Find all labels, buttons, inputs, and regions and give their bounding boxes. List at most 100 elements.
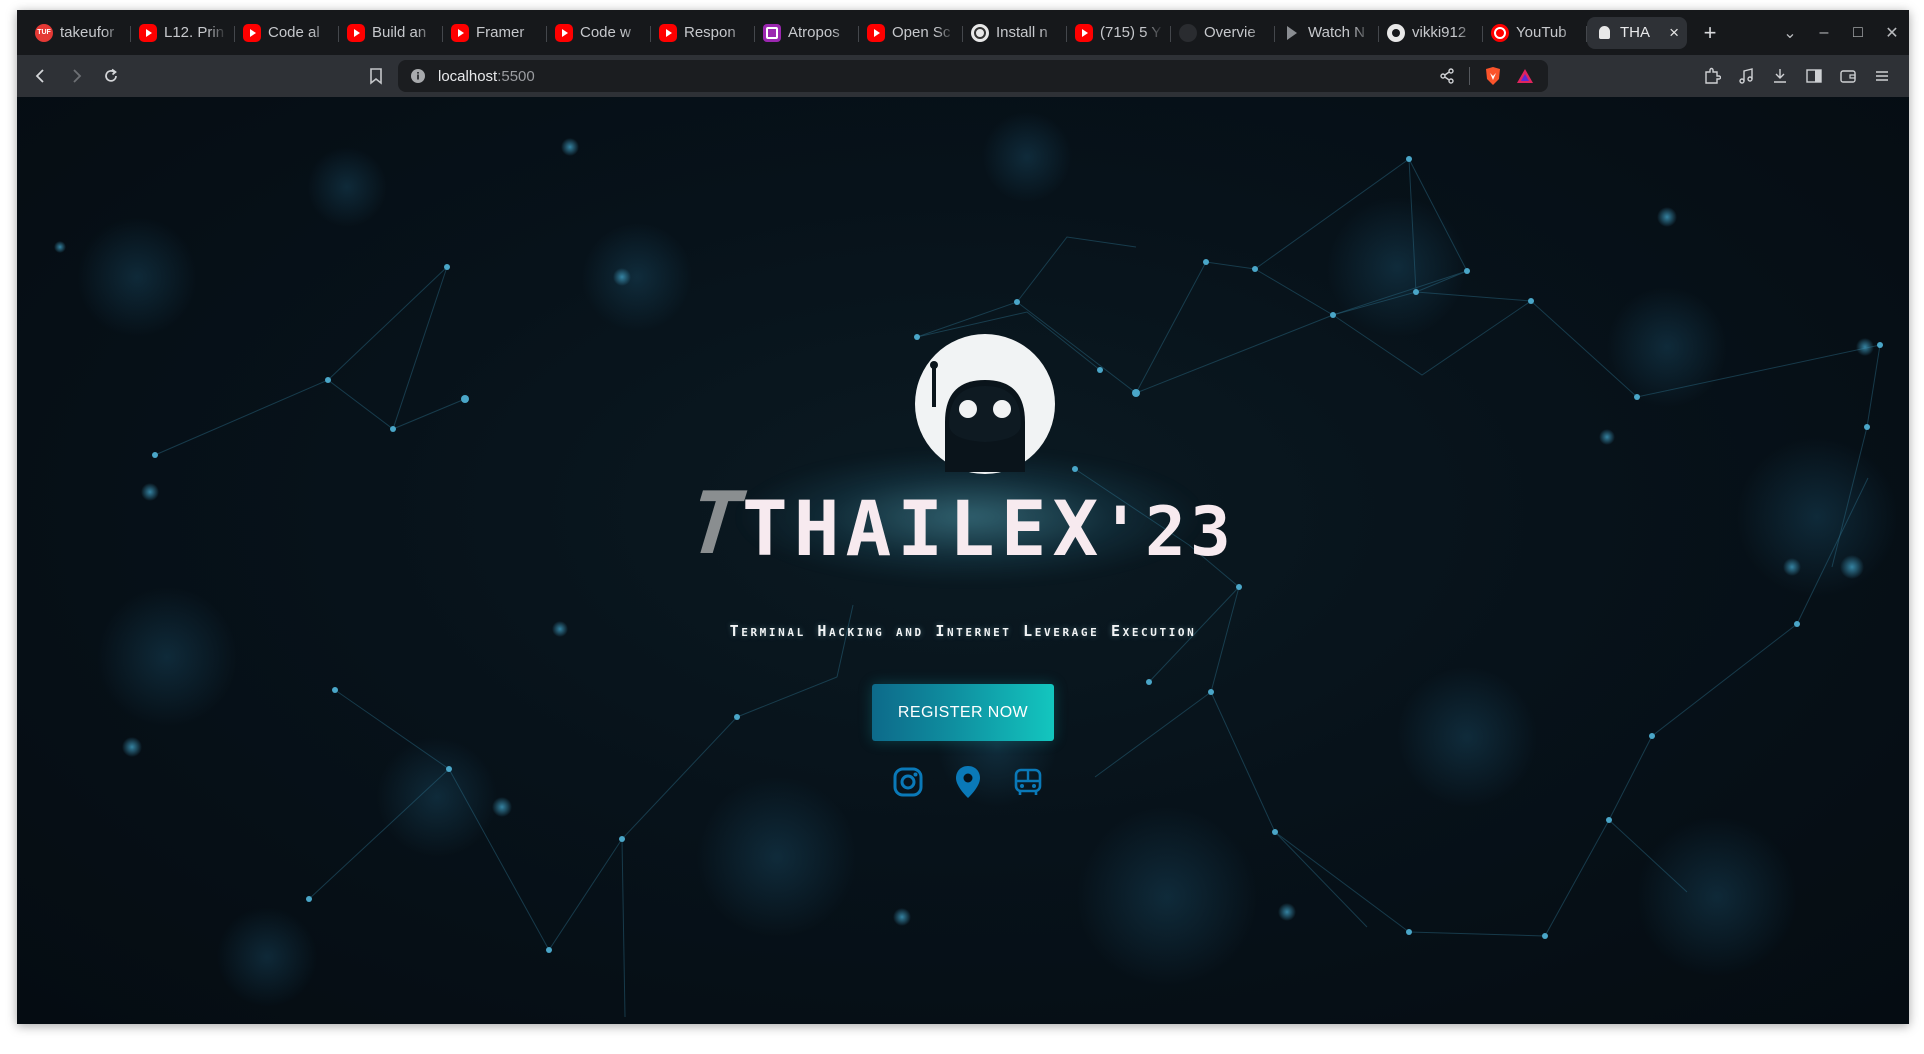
browser-toolbar: localhost:5500: [17, 55, 1909, 97]
brand-title: T THAILEX '23: [685, 427, 1240, 587]
tab-title: Code w: [580, 24, 631, 41]
reload-button[interactable]: [95, 60, 127, 92]
page-viewport: T THAILEX '23 Terminal Hacking and Inter…: [17, 97, 1909, 1024]
tab-title: vikki912: [1412, 24, 1467, 41]
brave-shields-icon[interactable]: [1484, 66, 1502, 86]
extensions-button[interactable]: [1699, 63, 1725, 89]
tab-title: L12. Prin: [164, 24, 225, 41]
sidebar-button[interactable]: [1801, 63, 1827, 89]
hamburger-menu-icon: [1876, 71, 1888, 81]
tab-title: THA: [1620, 24, 1650, 41]
url-port: :5500: [497, 67, 535, 85]
tab-search-chevron-icon[interactable]: ⌄: [1773, 23, 1807, 43]
youtube-music-favicon-icon: [1491, 23, 1509, 42]
tab-15[interactable]: YouTub: [1483, 17, 1587, 49]
minimize-button[interactable]: –: [1807, 24, 1841, 42]
transport-link[interactable]: [1008, 762, 1048, 802]
bookmark-button[interactable]: [360, 60, 392, 92]
sidebar-icon: [1806, 69, 1822, 83]
brand-title-main: THAILEX: [742, 484, 1104, 573]
tab-2[interactable]: L12. Prin: [131, 17, 235, 49]
site-info-icon[interactable]: [410, 68, 426, 84]
tab-11[interactable]: (715) 5 Y: [1067, 17, 1171, 49]
tab-12[interactable]: Overvie: [1171, 17, 1275, 49]
close-tab-icon[interactable]: ×: [1669, 24, 1679, 41]
puzzle-icon: [1705, 67, 1721, 84]
instagram-icon: [893, 767, 923, 797]
tagline: Terminal Hacking and Internet Leverage E…: [729, 622, 1197, 640]
youtube-favicon-icon: [867, 23, 885, 42]
tab-6[interactable]: Code w: [547, 17, 651, 49]
new-tab-button[interactable]: +: [1693, 17, 1727, 49]
tab-1[interactable]: TUF takeufor: [27, 17, 131, 49]
youtube-favicon-icon: [243, 23, 261, 42]
menu-button[interactable]: [1869, 63, 1895, 89]
youtube-favicon-icon: [139, 23, 157, 42]
wallet-button[interactable]: [1835, 63, 1861, 89]
window-controls: ⌄ – □ ✕: [1773, 10, 1909, 55]
bus-icon: [1014, 768, 1042, 795]
address-bar[interactable]: localhost:5500: [398, 60, 1548, 92]
music-note-icon: [1739, 68, 1753, 84]
location-pin-icon: [956, 766, 980, 798]
overview-favicon-icon: [1179, 23, 1197, 42]
takeuforward-favicon-icon: TUF: [35, 23, 53, 42]
divider: [1469, 67, 1470, 85]
tab-title: Respon: [684, 24, 736, 41]
atropos-favicon-icon: [763, 23, 781, 42]
url-host: localhost: [438, 67, 498, 85]
tab-title: takeufor: [60, 24, 115, 41]
register-now-button[interactable]: REGISTER NOW: [872, 684, 1054, 741]
back-arrow-icon: [35, 69, 44, 83]
instagram-link[interactable]: [888, 762, 928, 802]
forward-button[interactable]: [60, 60, 92, 92]
tab-13[interactable]: Watch N: [1275, 17, 1379, 49]
media-button[interactable]: [1733, 63, 1759, 89]
tab-title: (715) 5 Y: [1100, 24, 1162, 41]
toolbar-right: [1699, 55, 1895, 97]
download-icon: [1774, 69, 1786, 83]
openai-favicon-icon: [971, 23, 989, 42]
brand-logo: T THAILEX '23: [685, 332, 1240, 612]
url-text: localhost:5500: [438, 68, 535, 85]
tab-active[interactable]: THA ×: [1587, 16, 1687, 49]
tab-8[interactable]: Atropos: [755, 17, 859, 49]
tab-title: Install n: [996, 24, 1048, 41]
play-favicon-icon: [1283, 24, 1301, 42]
youtube-favicon-icon: [451, 23, 469, 42]
address-bar-actions: [1439, 60, 1534, 92]
tab-4[interactable]: Build an: [339, 17, 443, 49]
tab-title: Overvie: [1204, 24, 1256, 41]
thailex-favicon-icon: [1595, 24, 1613, 42]
forward-arrow-icon: [73, 69, 82, 83]
back-button[interactable]: [25, 60, 57, 92]
wallet-icon: [1840, 70, 1856, 83]
tab-title: Open Sc: [892, 24, 951, 41]
tab-14[interactable]: vikki912: [1379, 17, 1483, 49]
share-icon[interactable]: [1439, 68, 1455, 84]
tab-5[interactable]: Framer: [443, 17, 547, 49]
youtube-favicon-icon: [347, 23, 365, 42]
youtube-favicon-icon: [555, 23, 573, 42]
browser-window: TUF takeufor L12. Prin Code al Build an Frame…: [17, 10, 1909, 1024]
tab-title: Watch N: [1308, 24, 1365, 41]
bookmark-icon: [370, 68, 382, 85]
close-window-button[interactable]: ✕: [1875, 23, 1909, 43]
tab-title: Build an: [372, 24, 427, 41]
brave-rewards-icon[interactable]: [1516, 68, 1534, 84]
tab-9[interactable]: Open Sc: [859, 17, 963, 49]
tab-10[interactable]: Install n: [963, 17, 1067, 49]
github-favicon-icon: [1387, 23, 1405, 42]
downloads-button[interactable]: [1767, 63, 1793, 89]
social-links: [888, 762, 1048, 804]
tab-title: YouTub: [1516, 24, 1567, 41]
maximize-button[interactable]: □: [1841, 24, 1875, 42]
tab-title: Code al: [268, 24, 320, 41]
youtube-favicon-icon: [1075, 23, 1093, 42]
tab-title: Atropos: [788, 24, 840, 41]
youtube-favicon-icon: [659, 23, 677, 42]
tab-title: Framer: [476, 24, 525, 41]
tab-7[interactable]: Respon: [651, 17, 755, 49]
tab-3[interactable]: Code al: [235, 17, 339, 49]
location-link[interactable]: [948, 762, 988, 802]
